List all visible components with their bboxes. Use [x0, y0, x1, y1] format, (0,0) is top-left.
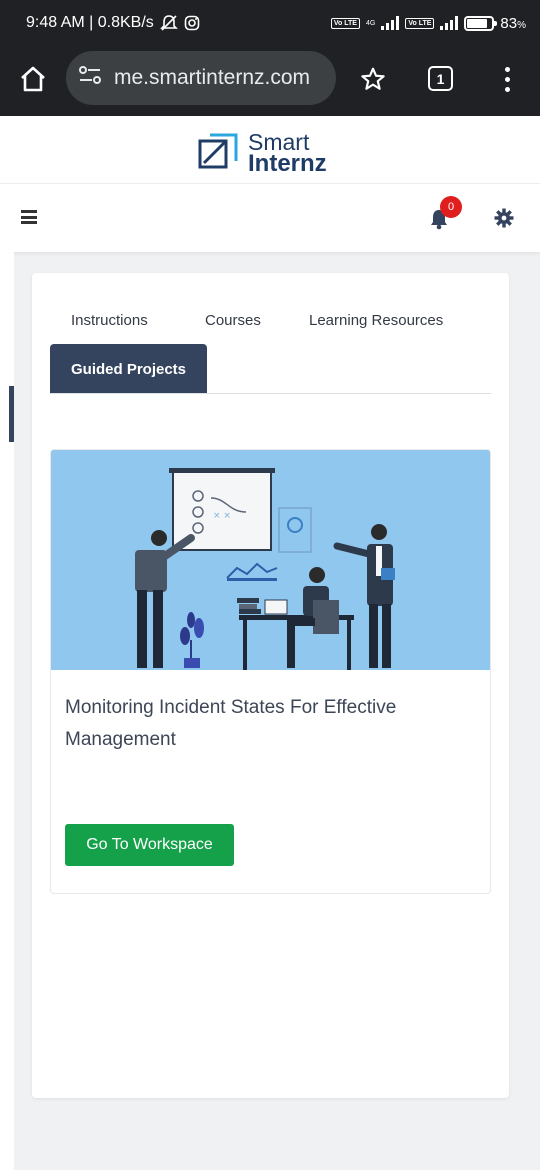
menu-icon[interactable] — [21, 210, 37, 224]
site-header: Smart Internz — [0, 116, 540, 184]
more-icon[interactable] — [494, 62, 520, 96]
volte-badge-2: Vo LTE — [405, 17, 435, 29]
go-to-workspace-button[interactable]: Go To Workspace — [65, 824, 234, 866]
tabs-icon[interactable]: 1 — [428, 66, 453, 91]
mute-icon — [159, 14, 178, 32]
logo-text-line2: Internz — [248, 150, 327, 177]
tab-courses[interactable]: Courses — [205, 312, 261, 329]
svg-text:× ×: × × — [213, 511, 231, 521]
project-illustration: × × — [51, 450, 490, 670]
tabs-divider — [50, 393, 491, 394]
url-text[interactable]: me.smartinternz.com — [114, 66, 310, 90]
project-card: × × Monitoring Incident States For Effec… — [50, 449, 491, 894]
sidebar-active-marker — [9, 386, 14, 442]
logo-mark-icon — [198, 133, 238, 169]
tab-guided-projects[interactable]: Guided Projects — [50, 344, 207, 394]
gear-icon[interactable] — [494, 208, 514, 228]
star-icon[interactable] — [356, 62, 390, 96]
notification-badge[interactable]: 0 — [440, 196, 462, 218]
instagram-icon — [184, 15, 200, 31]
address-bar[interactable]: me.smartinternz.com — [66, 51, 336, 105]
home-icon[interactable] — [16, 62, 50, 96]
signal-icon — [381, 16, 400, 30]
network-type: 4G — [365, 19, 376, 27]
tab-instructions[interactable]: Instructions — [71, 312, 148, 329]
project-title: Monitoring Incident States For Effective… — [65, 697, 397, 750]
tab-learning-resources[interactable]: Learning Resources — [309, 312, 443, 329]
browser-toolbar: me.smartinternz.com 1 — [0, 46, 540, 116]
battery-icon — [464, 15, 498, 31]
signal-icon-2 — [440, 16, 459, 30]
site-nav — [0, 184, 540, 252]
status-time-speed: 9:48 AM | 0.8KB/s — [26, 14, 154, 31]
volte-badge: Vo LTE — [330, 17, 360, 29]
site-settings-icon[interactable] — [78, 65, 102, 91]
status-bar: 9:48 AM | 0.8KB/s Vo LTE 4G Vo LTE 83% — [0, 0, 540, 46]
logo[interactable]: Smart Internz — [198, 131, 327, 177]
battery-fill — [467, 18, 488, 28]
battery-percent: 83% — [500, 14, 526, 32]
content-card: Instructions Courses Learning Resources … — [32, 273, 509, 1098]
